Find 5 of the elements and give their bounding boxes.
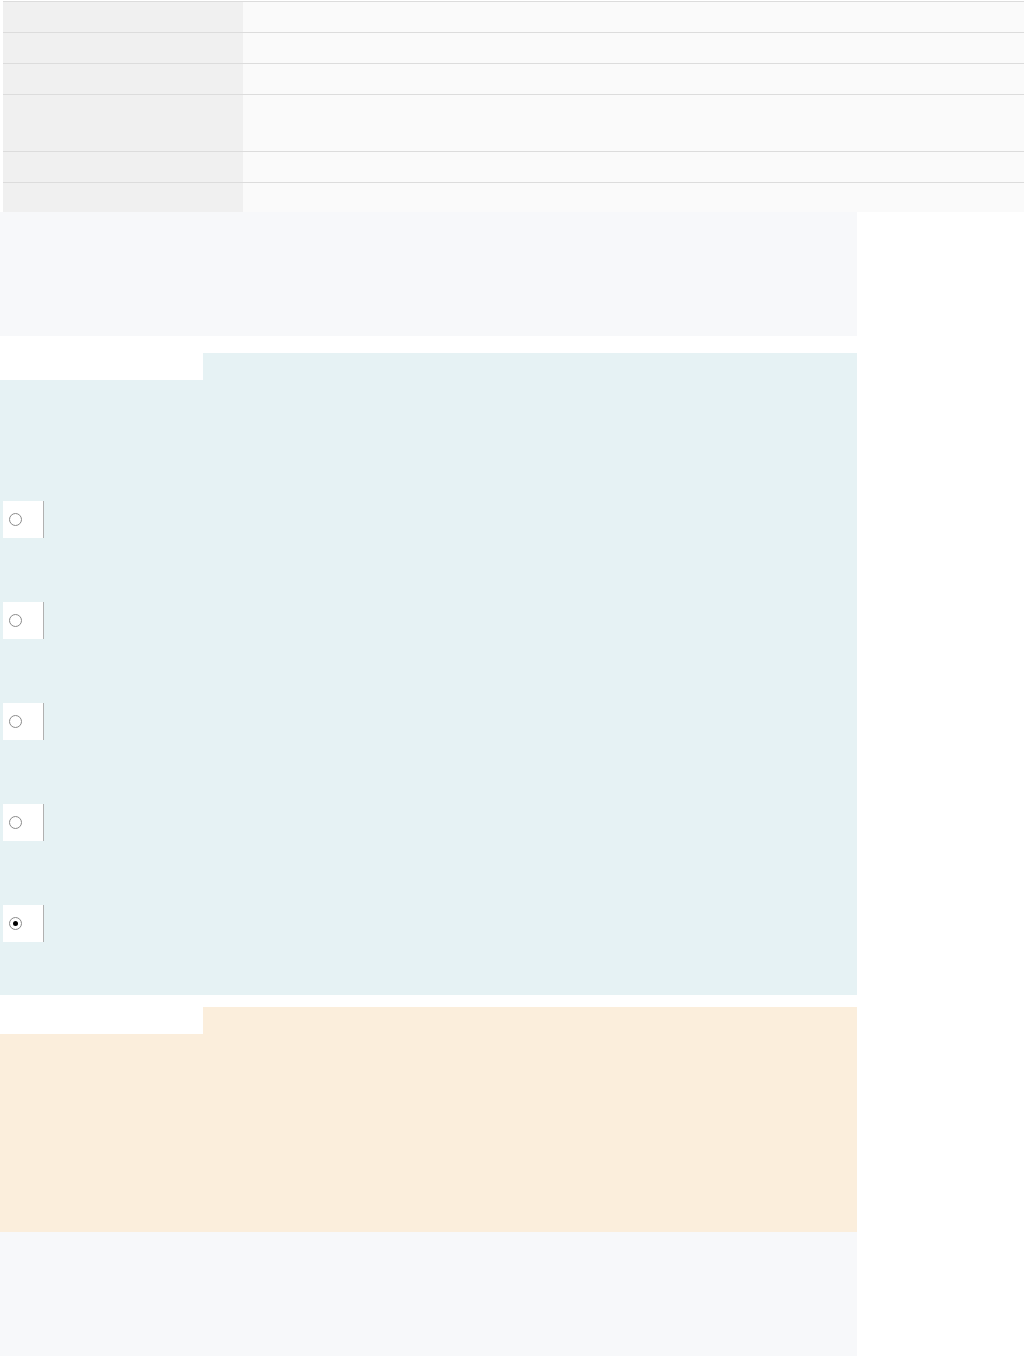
radio-button[interactable] — [9, 513, 22, 526]
radio-button[interactable] — [9, 816, 22, 829]
radio-button[interactable] — [9, 614, 22, 627]
radio-button[interactable] — [9, 917, 22, 930]
radio-button[interactable] — [9, 715, 22, 728]
